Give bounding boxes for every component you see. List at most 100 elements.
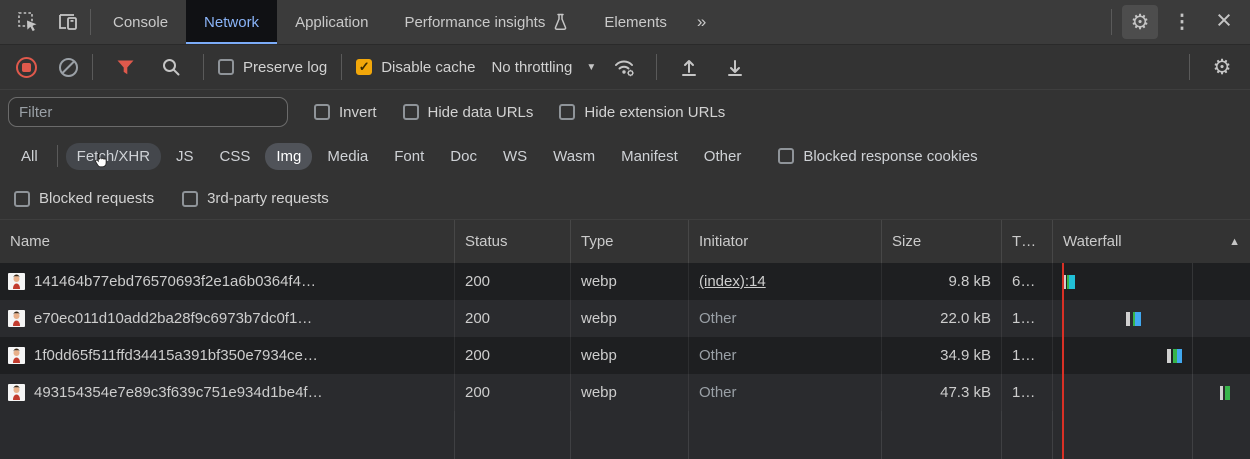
column-header-initiator[interactable]: Initiator bbox=[689, 220, 882, 263]
waterfall-cell[interactable] bbox=[1053, 263, 1250, 300]
column-header-status[interactable]: Status bbox=[455, 220, 571, 263]
initiator-cell: Other bbox=[689, 337, 882, 374]
hide-extension-urls-checkbox[interactable]: Hide extension URLs bbox=[559, 104, 725, 121]
load-event-line bbox=[1062, 300, 1064, 337]
waterfall-gridline bbox=[1192, 411, 1193, 459]
request-options-bar: Blocked requests 3rd-party requests bbox=[0, 178, 1250, 220]
type-filter-js[interactable]: JS bbox=[165, 143, 205, 170]
request-name-cell[interactable]: e70ec011d10add2ba28f9c6973b7dc0f1… bbox=[0, 300, 455, 337]
column-header-waterfall[interactable]: Waterfall ▲ bbox=[1053, 220, 1250, 263]
tab-console[interactable]: Console bbox=[95, 0, 186, 44]
waterfall-bar-segment bbox=[1177, 349, 1182, 363]
kebab-menu-icon[interactable]: ⋮ bbox=[1164, 5, 1200, 39]
divider bbox=[341, 54, 342, 80]
settings-gear-icon[interactable]: ⚙ bbox=[1122, 5, 1158, 39]
waterfall-gridline bbox=[1192, 337, 1193, 374]
load-event-line bbox=[1062, 337, 1064, 374]
divider bbox=[90, 9, 91, 35]
network-settings-gear-icon[interactable]: ⚙ bbox=[1204, 50, 1240, 84]
waterfall-cell[interactable] bbox=[1053, 337, 1250, 374]
time-cell: 1… bbox=[1002, 300, 1053, 337]
table-row[interactable]: 141464b77ebd76570693f2e1a6b0364f4… 200 w… bbox=[0, 263, 1250, 300]
divider bbox=[57, 145, 58, 167]
type-filter-fetch-xhr[interactable]: Fetch/XHR bbox=[66, 143, 161, 170]
request-name-cell[interactable]: 141464b77ebd76570693f2e1a6b0364f4… bbox=[0, 263, 455, 300]
network-conditions-icon[interactable] bbox=[606, 50, 642, 84]
clear-network-log-icon[interactable] bbox=[59, 58, 78, 77]
tab-network[interactable]: Network bbox=[186, 0, 277, 44]
initiator-cell: Other bbox=[689, 374, 882, 411]
initiator-cell: Other bbox=[689, 300, 882, 337]
invert-checkbox[interactable]: Invert bbox=[314, 104, 377, 121]
preserve-log-checkbox[interactable]: Preserve log bbox=[218, 59, 327, 76]
record-network-log-button[interactable] bbox=[16, 57, 37, 78]
filter-funnel-icon[interactable] bbox=[107, 50, 143, 84]
load-event-line bbox=[1062, 411, 1064, 459]
hide-data-urls-checkbox[interactable]: Hide data URLs bbox=[403, 104, 534, 121]
third-party-requests-checkbox[interactable]: 3rd-party requests bbox=[182, 190, 329, 207]
flask-icon bbox=[553, 13, 568, 31]
import-har-icon[interactable] bbox=[671, 50, 707, 84]
type-filter-other[interactable]: Other bbox=[693, 143, 753, 170]
waterfall-cell[interactable] bbox=[1053, 374, 1250, 411]
waterfall-bar-segment bbox=[1220, 386, 1223, 400]
waterfall-cell[interactable] bbox=[1053, 300, 1250, 337]
type-filter-img[interactable]: Img bbox=[265, 143, 312, 170]
column-header-size[interactable]: Size bbox=[882, 220, 1002, 263]
tab-application[interactable]: Application bbox=[277, 0, 386, 44]
time-cell: 1… bbox=[1002, 374, 1053, 411]
network-filter-bar: Invert Hide data URLs Hide extension URL… bbox=[0, 90, 1250, 134]
initiator-link[interactable]: (index):14 bbox=[699, 273, 766, 290]
table-row[interactable]: 1f0dd65f511ffd34415a391bf350e7934ce… 200… bbox=[0, 337, 1250, 374]
waterfall-bar-segment bbox=[1135, 312, 1141, 326]
type-filter-doc[interactable]: Doc bbox=[439, 143, 488, 170]
table-row[interactable]: e70ec011d10add2ba28f9c6973b7dc0f1… 200 w… bbox=[0, 300, 1250, 337]
type-filter-font[interactable]: Font bbox=[383, 143, 435, 170]
inspect-element-icon[interactable] bbox=[10, 5, 46, 39]
type-filter-ws[interactable]: WS bbox=[492, 143, 538, 170]
column-header-name[interactable]: Name bbox=[0, 220, 455, 263]
size-cell: 34.9 kB bbox=[882, 337, 1002, 374]
status-cell: 200 bbox=[455, 337, 571, 374]
table-row[interactable]: 493154354e7e89c3f639c751e934d1be4f… 200 … bbox=[0, 374, 1250, 411]
time-cell: 1… bbox=[1002, 337, 1053, 374]
load-event-line bbox=[1062, 374, 1064, 411]
device-toolbar-icon[interactable] bbox=[50, 5, 86, 39]
status-cell: 200 bbox=[455, 300, 571, 337]
divider bbox=[1189, 54, 1190, 80]
divider bbox=[656, 54, 657, 80]
request-name-cell[interactable]: 493154354e7e89c3f639c751e934d1be4f… bbox=[0, 374, 455, 411]
type-filter-css[interactable]: CSS bbox=[209, 143, 262, 170]
filter-input[interactable] bbox=[8, 97, 288, 127]
type-filter-media[interactable]: Media bbox=[316, 143, 379, 170]
waterfall-bar-segment bbox=[1225, 386, 1230, 400]
waterfall-bar-segment bbox=[1126, 312, 1130, 326]
close-devtools-icon[interactable]: × bbox=[1206, 5, 1242, 39]
waterfall-bar-segment bbox=[1069, 275, 1075, 289]
tab-performance-insights[interactable]: Performance insights bbox=[386, 0, 586, 44]
waterfall-gridline bbox=[1192, 263, 1193, 300]
search-icon[interactable] bbox=[153, 50, 189, 84]
type-filter-all[interactable]: All bbox=[10, 143, 49, 170]
tab-elements[interactable]: Elements bbox=[586, 0, 685, 44]
size-cell: 47.3 kB bbox=[882, 374, 1002, 411]
throttling-dropdown[interactable]: No throttling ▼ bbox=[491, 59, 596, 76]
type-cell: webp bbox=[571, 337, 689, 374]
initiator-cell[interactable]: (index):14 bbox=[689, 263, 882, 300]
waterfall-gridline bbox=[1192, 300, 1193, 337]
export-har-icon[interactable] bbox=[717, 50, 753, 84]
size-cell: 22.0 kB bbox=[882, 300, 1002, 337]
type-filter-wasm[interactable]: Wasm bbox=[542, 143, 606, 170]
resource-type-filters: All Fetch/XHR JS CSS Img Media Font Doc … bbox=[0, 134, 1250, 178]
blocked-requests-checkbox[interactable]: Blocked requests bbox=[14, 190, 154, 207]
type-cell: webp bbox=[571, 263, 689, 300]
status-cell: 200 bbox=[455, 374, 571, 411]
blocked-response-cookies-checkbox[interactable]: Blocked response cookies bbox=[778, 148, 977, 165]
column-header-time[interactable]: T… bbox=[1002, 220, 1053, 263]
column-header-type[interactable]: Type bbox=[571, 220, 689, 263]
request-name-cell[interactable]: 1f0dd65f511ffd34415a391bf350e7934ce… bbox=[0, 337, 455, 374]
disable-cache-checkbox[interactable]: Disable cache bbox=[356, 59, 475, 76]
time-cell: 6… bbox=[1002, 263, 1053, 300]
more-tabs-icon[interactable]: » bbox=[685, 0, 719, 44]
type-filter-manifest[interactable]: Manifest bbox=[610, 143, 689, 170]
